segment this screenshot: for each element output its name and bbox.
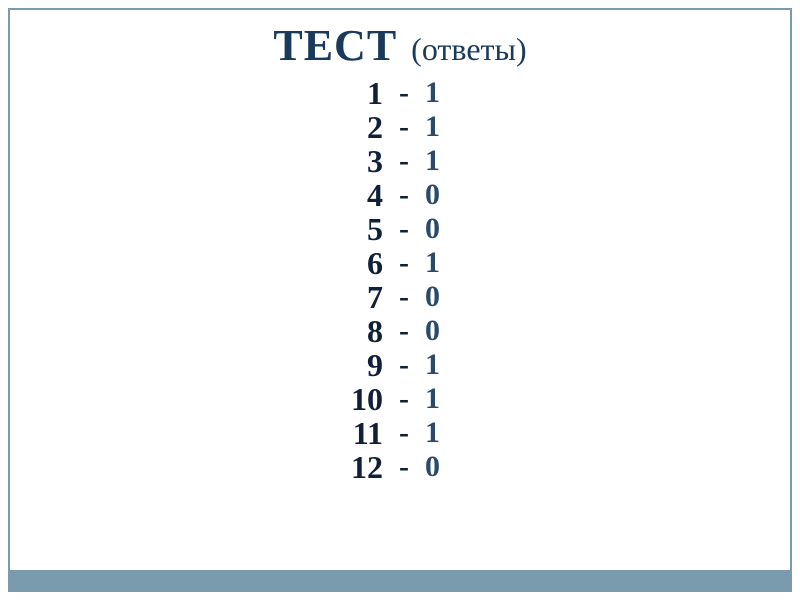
dash: - bbox=[395, 316, 413, 346]
dash: - bbox=[395, 112, 413, 142]
answer-value: 1 bbox=[413, 384, 453, 414]
dash: - bbox=[395, 384, 413, 414]
slide-heading: ТЕСТ (ответы) bbox=[0, 20, 800, 71]
heading-main: ТЕСТ bbox=[273, 21, 397, 70]
answer-row: 3 - 1 bbox=[347, 145, 453, 177]
answer-value: 1 bbox=[413, 146, 453, 176]
answer-value: 1 bbox=[413, 248, 453, 278]
question-number: 4 bbox=[347, 179, 395, 211]
dash: - bbox=[395, 350, 413, 380]
dash: - bbox=[395, 78, 413, 108]
answer-row: 4 - 0 bbox=[347, 179, 453, 211]
dash: - bbox=[395, 418, 413, 448]
answer-row: 2 - 1 bbox=[347, 111, 453, 143]
slide-content: ТЕСТ (ответы) 1 - 1 2 - 1 3 - 1 4 - 0 bbox=[0, 20, 800, 485]
answer-row: 1 - 1 bbox=[347, 77, 453, 109]
answer-value: 0 bbox=[413, 452, 453, 482]
answer-value: 1 bbox=[413, 112, 453, 142]
answer-row: 9 - 1 bbox=[347, 349, 453, 381]
heading-sub: (ответы) bbox=[411, 31, 526, 67]
answer-row: 5 - 0 bbox=[347, 213, 453, 245]
answer-value: 0 bbox=[413, 180, 453, 210]
question-number: 2 bbox=[347, 111, 395, 143]
bottom-bar bbox=[10, 570, 790, 590]
answer-value: 0 bbox=[413, 214, 453, 244]
question-number: 7 bbox=[347, 281, 395, 313]
question-number: 12 bbox=[347, 451, 395, 483]
answer-value: 1 bbox=[413, 418, 453, 448]
question-number: 5 bbox=[347, 213, 395, 245]
answer-value: 1 bbox=[413, 78, 453, 108]
answer-row: 10 - 1 bbox=[347, 383, 453, 415]
question-number: 3 bbox=[347, 145, 395, 177]
answer-value: 0 bbox=[413, 282, 453, 312]
slide-container: ТЕСТ (ответы) 1 - 1 2 - 1 3 - 1 4 - 0 bbox=[0, 0, 800, 600]
answer-row: 7 - 0 bbox=[347, 281, 453, 313]
question-number: 10 bbox=[347, 383, 395, 415]
answer-list: 1 - 1 2 - 1 3 - 1 4 - 0 5 - 0 bbox=[347, 77, 453, 485]
question-number: 1 bbox=[347, 77, 395, 109]
question-number: 6 bbox=[347, 247, 395, 279]
dash: - bbox=[395, 452, 413, 482]
answer-row: 12 - 0 bbox=[347, 451, 453, 483]
answer-row: 6 - 1 bbox=[347, 247, 453, 279]
answer-row: 11 - 1 bbox=[347, 417, 453, 449]
answer-row: 8 - 0 bbox=[347, 315, 453, 347]
answer-value: 0 bbox=[413, 316, 453, 346]
answer-value: 1 bbox=[413, 350, 453, 380]
dash: - bbox=[395, 146, 413, 176]
dash: - bbox=[395, 180, 413, 210]
dash: - bbox=[395, 282, 413, 312]
question-number: 9 bbox=[347, 349, 395, 381]
dash: - bbox=[395, 214, 413, 244]
dash: - bbox=[395, 248, 413, 278]
question-number: 8 bbox=[347, 315, 395, 347]
question-number: 11 bbox=[347, 417, 395, 449]
